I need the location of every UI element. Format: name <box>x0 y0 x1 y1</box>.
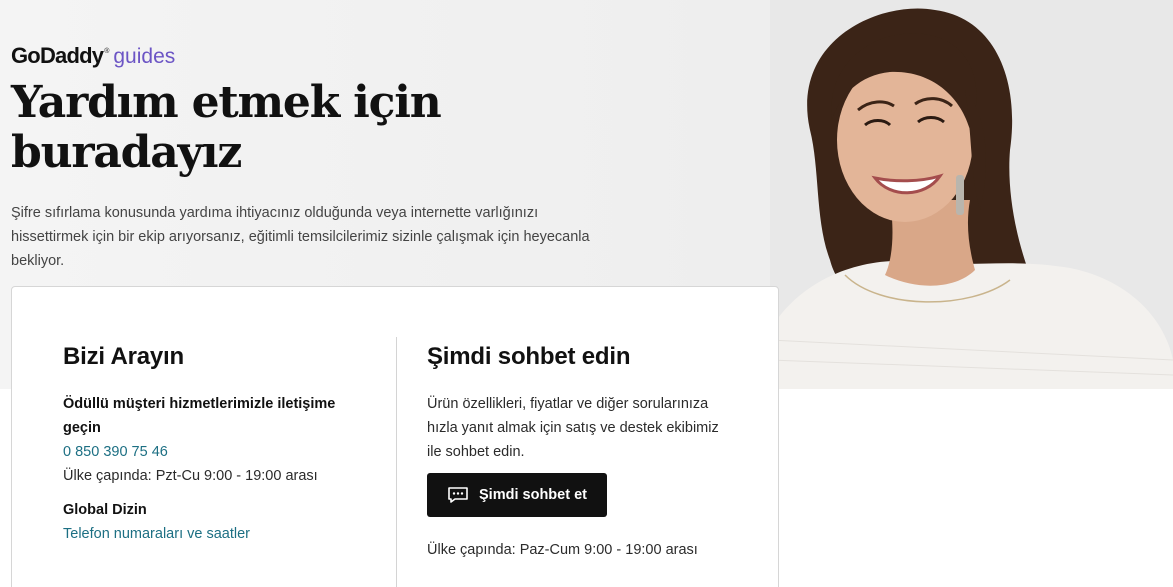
guides-wordmark: guides <box>113 45 176 68</box>
chat-now-button-label: Şimdi sohbet et <box>479 487 587 503</box>
hero-description: Şifre sıfırlama konusunda yardıma ihtiya… <box>11 205 590 269</box>
global-directory-heading: Global Dizin <box>63 502 147 518</box>
godaddy-wordmark: GoDaddy <box>11 43 104 68</box>
chat-now-button[interactable]: Şimdi sohbet et <box>427 473 607 517</box>
column-divider <box>396 337 397 587</box>
call-us-heading: Bizi Arayın <box>63 343 184 370</box>
call-us-section: Bizi Arayın Ödüllü müşteri hizmetlerimiz… <box>63 342 373 546</box>
trademark-symbol: ® <box>104 48 110 55</box>
chat-hours: Ülke çapında: Paz-Cum 9:00 - 19:00 arası <box>427 542 698 558</box>
phone-number-link[interactable]: 0 850 390 75 46 <box>63 440 373 464</box>
brand-logo[interactable]: GoDaddy ® guides <box>11 43 175 69</box>
page-title: Yardım etmek için buradayız <box>11 77 442 178</box>
chat-now-heading: Şimdi sohbet edin <box>427 343 631 370</box>
phone-numbers-and-hours-link[interactable]: Telefon numaraları ve saatler <box>63 522 373 546</box>
chat-now-section: Şimdi sohbet edin Ürün özellikleri, fiya… <box>427 342 727 562</box>
call-us-subheading: Ödüllü müşteri hizmetlerimizle iletişime… <box>63 396 336 436</box>
support-representative-photo <box>770 0 1173 389</box>
contact-card: Bizi Arayın Ödüllü müşteri hizmetlerimiz… <box>11 286 779 587</box>
chat-description: Ürün özellikleri, fiyatlar ve diğer soru… <box>427 396 719 460</box>
chat-icon <box>447 486 469 504</box>
call-us-hours: Ülke çapında: Pzt-Cu 9:00 - 19:00 arası <box>63 468 318 484</box>
